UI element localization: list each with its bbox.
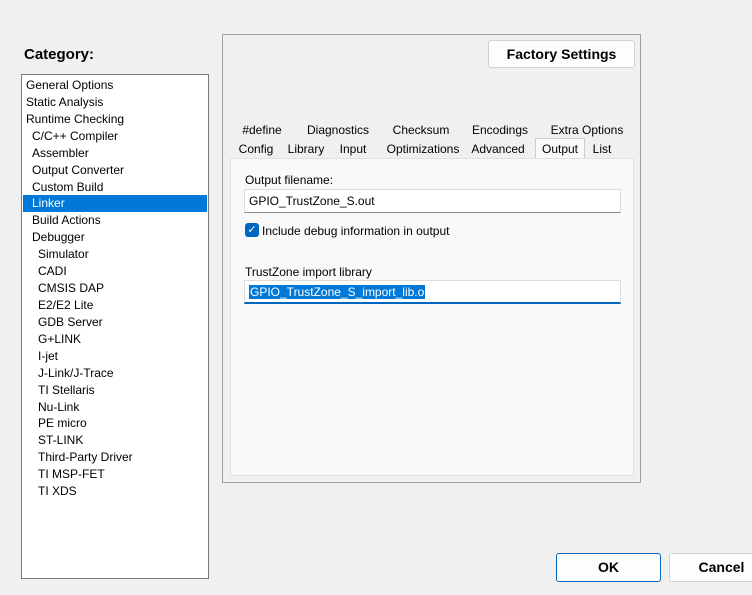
output-filename-label: Output filename:: [245, 173, 334, 187]
category-item-third-party-driver[interactable]: Third-Party Driver: [23, 449, 207, 466]
output-filename-input[interactable]: GPIO_TrustZone_S.out: [244, 189, 621, 213]
import-library-label: TrustZone import library: [245, 265, 372, 279]
category-item-debugger[interactable]: Debugger: [23, 229, 207, 246]
category-item-custom-build[interactable]: Custom Build: [23, 179, 207, 196]
category-item-output-converter[interactable]: Output Converter: [23, 162, 207, 179]
category-item-ti-stellaris[interactable]: TI Stellaris: [23, 382, 207, 399]
category-list[interactable]: General Options Static Analysis Runtime …: [21, 74, 209, 579]
tab-optimizations[interactable]: Optimizations: [384, 140, 462, 158]
checkmark-icon: ✓: [247, 224, 257, 236]
category-item-nu-link[interactable]: Nu-Link: [23, 399, 207, 416]
category-item-ti-xds[interactable]: TI XDS: [23, 483, 207, 500]
category-item-gdb-server[interactable]: GDB Server: [23, 314, 207, 331]
category-item-cmsis-dap[interactable]: CMSIS DAP: [23, 280, 207, 297]
category-item-e2-lite[interactable]: E2/E2 Lite: [23, 297, 207, 314]
category-label: Category:: [24, 46, 95, 63]
category-item-build-actions[interactable]: Build Actions: [23, 212, 207, 229]
tab-list[interactable]: List: [589, 140, 615, 158]
category-item-st-link[interactable]: ST-LINK: [23, 432, 207, 449]
tab-encodings[interactable]: Encodings: [466, 121, 534, 139]
category-item-assembler[interactable]: Assembler: [23, 145, 207, 162]
category-item-static-analysis[interactable]: Static Analysis: [23, 94, 207, 111]
tab-output[interactable]: Output: [535, 138, 585, 159]
include-debug-label[interactable]: Include debug information in output: [262, 224, 449, 238]
category-item-simulator[interactable]: Simulator: [23, 246, 207, 263]
category-item-pe-micro[interactable]: PE micro: [23, 415, 207, 432]
tab-extra-options[interactable]: Extra Options: [545, 121, 629, 139]
category-item-cadi[interactable]: CADI: [23, 263, 207, 280]
include-debug-checkbox[interactable]: ✓: [245, 223, 259, 237]
tab-checksum[interactable]: Checksum: [385, 121, 457, 139]
cancel-button[interactable]: Cancel: [669, 553, 752, 582]
tab-diagnostics[interactable]: Diagnostics: [299, 121, 377, 139]
factory-settings-button[interactable]: Factory Settings: [488, 40, 635, 68]
category-item-linker[interactable]: Linker: [23, 195, 207, 212]
tab-input[interactable]: Input: [334, 140, 372, 158]
import-library-value: GPIO_TrustZone_S_import_lib.o: [249, 285, 426, 299]
import-library-input[interactable]: GPIO_TrustZone_S_import_lib.o: [244, 280, 621, 304]
tab-advanced[interactable]: Advanced: [468, 140, 528, 158]
ok-button[interactable]: OK: [556, 553, 661, 582]
tab-config[interactable]: Config: [234, 140, 278, 158]
category-item-compiler[interactable]: C/C++ Compiler: [23, 128, 207, 145]
tab-library[interactable]: Library: [284, 140, 328, 158]
category-item-jlink[interactable]: J-Link/J-Trace: [23, 365, 207, 382]
category-item-general-options[interactable]: General Options: [23, 77, 207, 94]
category-item-runtime-checking[interactable]: Runtime Checking: [23, 111, 207, 128]
category-item-ti-msp-fet[interactable]: TI MSP-FET: [23, 466, 207, 483]
category-item-i-jet[interactable]: I-jet: [23, 348, 207, 365]
category-item-glink[interactable]: G+LINK: [23, 331, 207, 348]
tab-define[interactable]: #define: [236, 121, 288, 139]
